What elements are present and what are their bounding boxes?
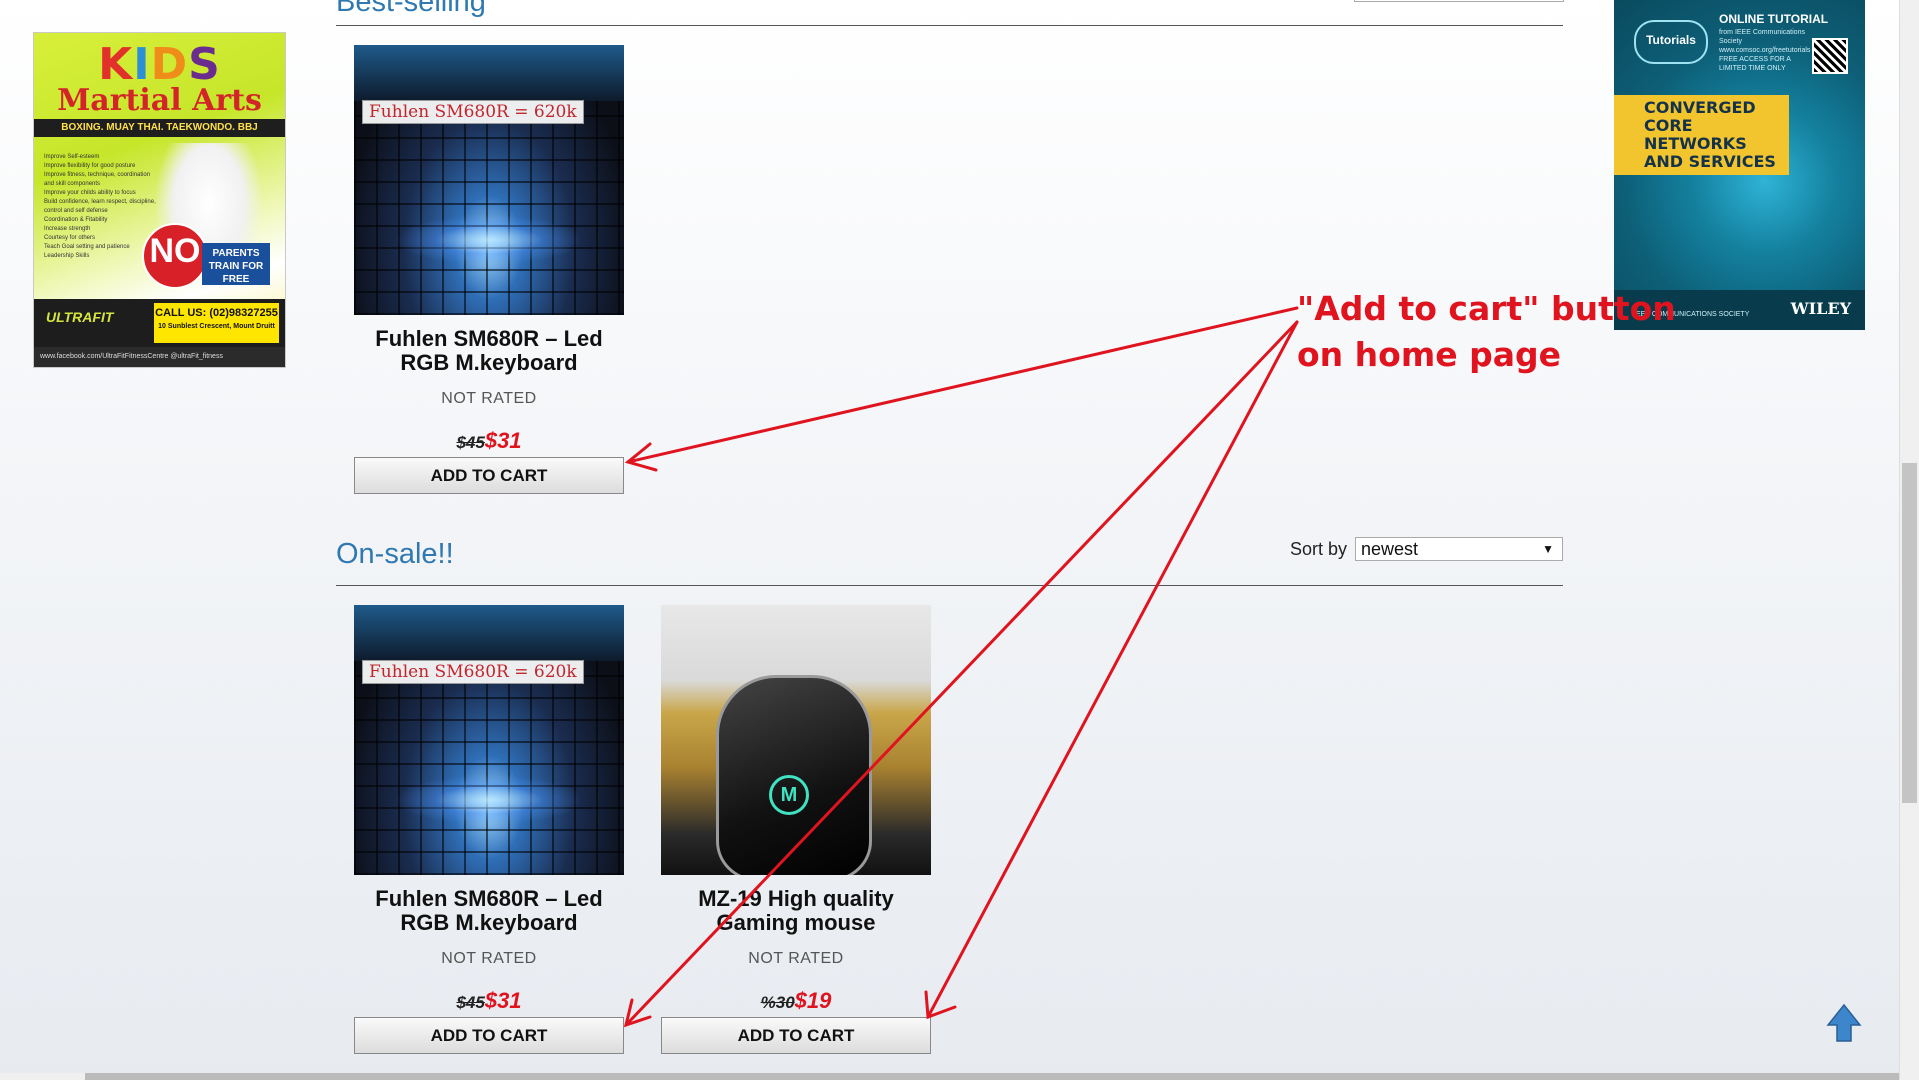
vertical-scrollbar-thumb[interactable]	[1902, 463, 1917, 803]
annotation-arrow	[624, 320, 1299, 1027]
annotation-arrow	[626, 306, 1299, 464]
horizontal-scrollbar[interactable]	[0, 1073, 1899, 1080]
horizontal-scrollbar-thumb[interactable]	[0, 1073, 85, 1080]
annotation-arrows	[623, 306, 1299, 1028]
up-arrow-icon[interactable]	[1826, 1003, 1862, 1043]
annotation-arrow	[926, 320, 1299, 1019]
